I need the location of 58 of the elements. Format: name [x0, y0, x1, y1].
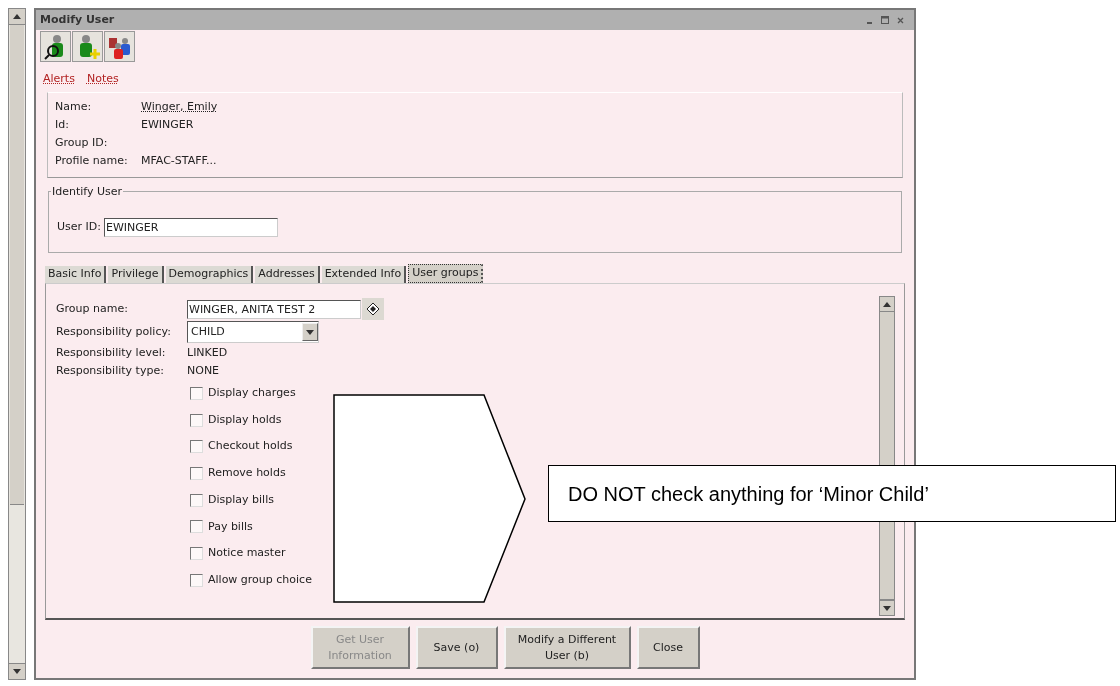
field-label: Group name:	[56, 300, 129, 317]
field-label: Id:	[55, 116, 70, 133]
dialog-button[interactable]: Save (o)	[415, 626, 498, 669]
field-label: Responsibility policy:	[56, 323, 172, 340]
checkbox[interactable]	[190, 413, 203, 427]
checkbox-label: Pay bills	[208, 518, 253, 535]
field-label: Group ID:	[55, 134, 109, 151]
field-label: User ID:	[57, 219, 101, 236]
lookup-button[interactable]	[362, 298, 384, 320]
dialog-button[interactable]: Modify a Different User (b)	[503, 626, 631, 669]
tab[interactable]: Demographics	[165, 266, 254, 283]
link[interactable]: Notes	[86, 71, 119, 88]
checkbox[interactable]	[190, 573, 203, 587]
close-icon[interactable]	[897, 16, 904, 24]
user-id-input[interactable]: EWINGER	[104, 218, 278, 237]
link[interactable]: Alerts	[43, 71, 75, 88]
tab[interactable]: Extended Info	[321, 266, 407, 283]
checkbox[interactable]	[190, 440, 203, 454]
tab[interactable]: User groups	[408, 264, 484, 283]
field-value: NONE	[187, 362, 220, 379]
policy-dropdown[interactable]: CHILD	[187, 321, 319, 343]
checkbox[interactable]	[190, 520, 203, 534]
annotation-tooltip: DO NOT check anything for ‘Minor Child’	[548, 465, 1116, 522]
user-group-button[interactable]	[104, 31, 135, 62]
maximize-icon[interactable]	[881, 16, 889, 24]
checkbox[interactable]	[190, 386, 203, 400]
field-value: EWINGER	[141, 116, 194, 133]
checkbox[interactable]	[190, 466, 203, 480]
field-label: Responsibility type:	[56, 362, 165, 379]
field-label: Responsibility level:	[56, 344, 167, 361]
field-label: Name:	[55, 98, 93, 115]
up-arrow-icon[interactable]	[883, 301, 891, 307]
tab[interactable]: Basic Info	[45, 266, 107, 283]
field-label: Profile name:	[55, 152, 129, 169]
field-value: MFAC-STAFF...	[141, 152, 217, 169]
vertical-scrollbar[interactable]	[8, 8, 26, 680]
checkbox-label: Allow group choice	[208, 571, 312, 588]
checkbox[interactable]	[190, 546, 203, 560]
down-arrow-icon[interactable]	[883, 605, 891, 611]
checkbox-label: Remove holds	[208, 465, 286, 482]
checkbox-label: Notice master	[208, 545, 286, 562]
up-arrow-icon[interactable]	[13, 14, 21, 19]
checkbox-label: Display bills	[208, 491, 274, 508]
window-title: Modify User	[40, 11, 115, 28]
tab[interactable]: Privilege	[108, 266, 164, 283]
group-name-input[interactable]: WINGER, ANITA TEST 2	[187, 299, 361, 319]
checkbox-label: Display charges	[208, 385, 296, 402]
dialog-button[interactable]: Close	[636, 626, 700, 669]
checkbox-label: Checkout holds	[208, 438, 293, 455]
diamond-icon	[367, 303, 379, 315]
checkbox[interactable]	[190, 493, 203, 507]
down-arrow-icon[interactable]	[13, 669, 21, 674]
search-user-button[interactable]	[40, 31, 71, 62]
dropdown-arrow-icon	[306, 329, 314, 335]
checkbox-label: Display holds	[208, 411, 282, 428]
field-value: LINKED	[187, 344, 228, 361]
tab[interactable]: Addresses	[255, 266, 320, 283]
name-link[interactable]: Winger, Emily	[141, 98, 218, 116]
